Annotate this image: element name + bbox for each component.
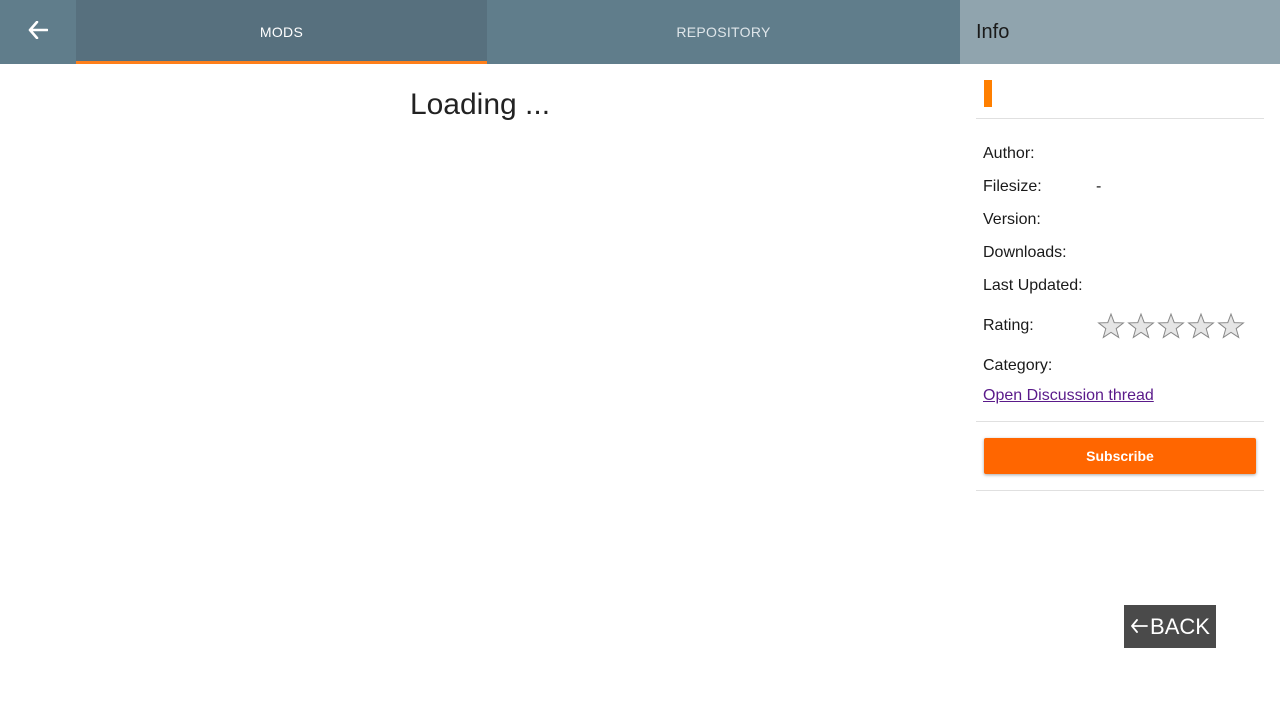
info-panel: Author: Filesize: - Version: Downloads: …: [976, 64, 1264, 491]
version-row: Version:: [983, 203, 1264, 236]
info-title: Info: [976, 20, 1010, 43]
star-icon[interactable]: [1097, 312, 1125, 340]
top-nav-bar: MODS REPOSITORY: [0, 0, 960, 64]
downloads-label: Downloads:: [983, 243, 1067, 261]
filesize-label: Filesize:: [983, 177, 1042, 195]
star-icon[interactable]: [1217, 312, 1245, 340]
rating-stars[interactable]: [1097, 312, 1245, 340]
version-label: Version:: [983, 210, 1041, 228]
nav-back-button[interactable]: [0, 0, 76, 64]
author-label: Author:: [983, 144, 1035, 162]
filesize-row: Filesize: -: [983, 170, 1264, 203]
last-updated-label: Last Updated:: [983, 276, 1083, 294]
last-updated-row: Last Updated:: [983, 269, 1264, 302]
filesize-value: -: [1096, 177, 1102, 195]
tab-mods[interactable]: MODS: [76, 0, 487, 64]
rating-label: Rating:: [983, 316, 1034, 334]
back-button[interactable]: BACK: [1124, 605, 1216, 648]
arrow-left-icon: [1130, 614, 1148, 640]
info-fields: Author: Filesize: - Version: Downloads: …: [976, 119, 1264, 382]
subscribe-area: Subscribe: [976, 422, 1264, 490]
category-row: Category:: [983, 349, 1264, 382]
info-header: Info: [960, 0, 1280, 64]
tab-repository[interactable]: REPOSITORY: [487, 0, 960, 64]
back-button-label: BACK: [1150, 613, 1210, 639]
discussion-thread-link[interactable]: Open Discussion thread: [983, 387, 1264, 413]
mod-title-accent: [984, 80, 992, 107]
rating-row: Rating:: [983, 302, 1264, 349]
loading-text: Loading ...: [409, 88, 551, 121]
subscribe-button[interactable]: Subscribe: [984, 438, 1256, 474]
arrow-left-icon: [28, 20, 49, 44]
divider: [976, 490, 1264, 491]
star-icon[interactable]: [1127, 312, 1155, 340]
category-label: Category:: [983, 356, 1053, 374]
star-icon[interactable]: [1157, 312, 1185, 340]
star-icon[interactable]: [1187, 312, 1215, 340]
author-row: Author:: [983, 137, 1264, 170]
tab-mods-label: MODS: [259, 24, 304, 40]
tab-repository-label: REPOSITORY: [676, 24, 771, 40]
downloads-row: Downloads:: [983, 236, 1264, 269]
